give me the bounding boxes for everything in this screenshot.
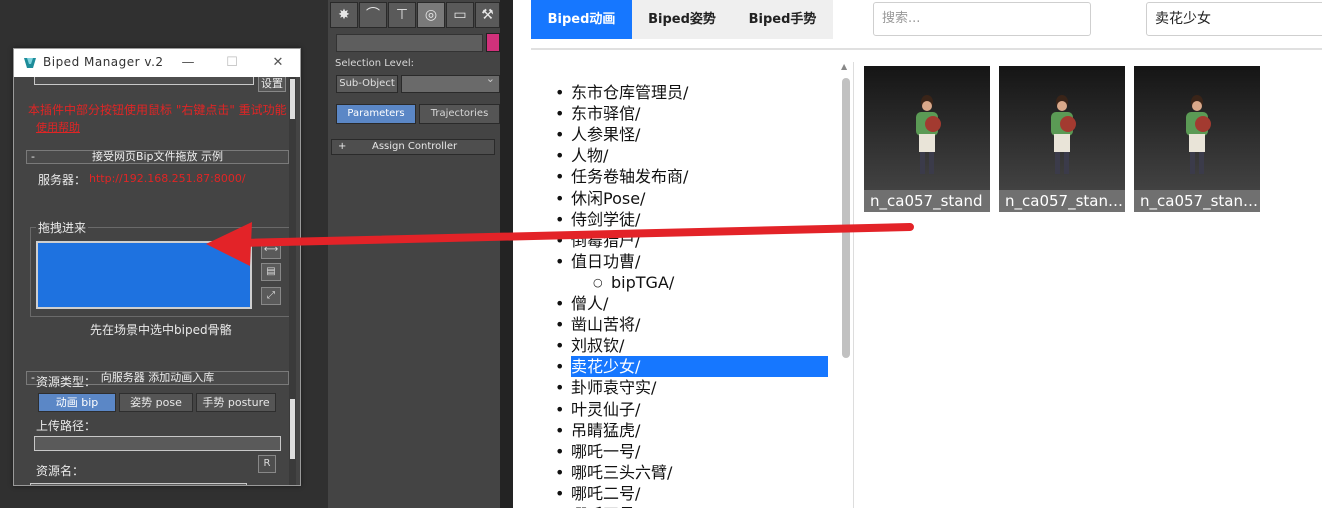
drop-label: 拖拽进来 xyxy=(36,219,89,236)
folder-item[interactable]: 东市驿倌/ xyxy=(555,103,641,124)
parameters-tab[interactable]: Parameters xyxy=(336,104,416,124)
folder-item[interactable]: 侍剑学徒/ xyxy=(555,209,641,230)
type-posture-button[interactable]: 手势 posture xyxy=(196,393,276,412)
animation-thumbnail[interactable]: n_ca057_stand xyxy=(864,66,990,212)
header-divider xyxy=(531,48,1322,50)
tab-biped-animation[interactable]: Biped动画 xyxy=(531,0,632,39)
sub-object-dropdown[interactable] xyxy=(401,72,500,93)
window-title: Biped Manager v.2 xyxy=(43,55,164,69)
thumbnail-caption: n_ca057_stand... xyxy=(999,190,1125,212)
biped-manager-scrollbar[interactable] xyxy=(289,77,296,485)
folder-item[interactable]: 哪吒一号/ xyxy=(555,441,641,462)
fit-width-icon[interactable]: ⟷ xyxy=(261,241,281,259)
minimize-icon[interactable]: — xyxy=(176,52,200,74)
settings-button[interactable]: 设置 xyxy=(258,77,286,92)
display-tab-icon[interactable]: ▭ xyxy=(446,2,474,28)
biped-manager-window: Biped Manager v.2 — ☐ ✕ 设置 本插件中部分按钮使用鼠标 … xyxy=(13,48,301,486)
folder-item[interactable]: 人参果怪/ xyxy=(555,124,641,145)
folder-item[interactable]: 卦师袁守实/ xyxy=(555,377,656,398)
maximize-icon[interactable]: ☐ xyxy=(220,52,244,74)
help-link[interactable]: 使用帮助 xyxy=(36,119,80,135)
sub-object-button[interactable]: Sub-Object xyxy=(336,75,398,93)
folder-item[interactable]: 倒霉猎户/ xyxy=(555,230,641,251)
max-logo-icon xyxy=(24,58,36,68)
animation-thumbnail[interactable]: n_ca057_stand... xyxy=(1134,66,1260,212)
folder-item[interactable]: 哪吒三头六臂/ xyxy=(555,462,672,483)
max-application-area: ✸ ⌒ ⊤ ◎ ▭ ⚒ Selection Level: Sub-Object … xyxy=(0,0,513,508)
folder-item[interactable]: 人物/ xyxy=(555,145,609,166)
folder-item[interactable]: 僧人/ xyxy=(555,293,609,314)
zoom-fit-icon[interactable]: ⤢ xyxy=(261,287,281,305)
category-tab-bar: Biped动画 Biped姿势 Biped手势 xyxy=(531,0,833,39)
folder-item[interactable]: 凿山苦将/ xyxy=(555,314,641,335)
thumbnail-caption: n_ca057_stand xyxy=(864,190,990,212)
pane-divider xyxy=(853,62,854,508)
motion-tab-icon[interactable]: ◎ xyxy=(417,2,445,28)
folder-item[interactable]: 哪吒二号/ xyxy=(555,483,641,504)
upload-path-label: 上传路径： xyxy=(36,419,97,433)
server-url: http://192.168.251.87:8000/ xyxy=(89,172,246,185)
close-icon[interactable]: ✕ xyxy=(266,52,290,74)
character-preview xyxy=(916,95,941,174)
modify-tab-curve-icon[interactable]: ⌒ xyxy=(359,2,387,28)
max-scrollbar[interactable] xyxy=(500,0,513,508)
rollout-title: 接受网页Bip文件拖放 示例 xyxy=(91,150,224,163)
hierarchy-tab-icon[interactable]: ⊤ xyxy=(388,2,416,28)
hint-text: 本插件中部分按钮使用鼠标 "右键点击" 重试功能 xyxy=(28,103,287,117)
assign-controller-label: Assign Controller xyxy=(372,141,458,152)
scroll-thumb[interactable] xyxy=(290,79,295,119)
scroll-thumb[interactable] xyxy=(842,78,850,358)
search-input[interactable]: 搜索... xyxy=(873,2,1091,36)
folder-item[interactable]: 值日功曹/ xyxy=(555,251,641,272)
folder-item-selected[interactable]: 卖花少女/ xyxy=(555,356,828,378)
command-panel: ✸ ⌒ ⊤ ◎ ▭ ⚒ Selection Level: Sub-Object … xyxy=(328,0,500,508)
assign-controller-rollout[interactable]: + Assign Controller xyxy=(331,139,495,155)
drag-drop-rollout-header[interactable]: - 接受网页Bip文件拖放 示例 xyxy=(26,150,289,164)
tab-biped-gesture[interactable]: Biped手势 xyxy=(732,0,833,39)
folder-item[interactable]: 东市仓库管理员/ xyxy=(555,82,688,103)
tab-biped-pose[interactable]: Biped姿势 xyxy=(632,0,732,39)
folder-item[interactable]: 任务卷轴发布商/ xyxy=(555,166,688,187)
resource-name-label: 资源名： xyxy=(36,464,85,478)
window-titlebar[interactable]: Biped Manager v.2 — ☐ ✕ xyxy=(14,49,300,77)
current-folder-field[interactable]: 卖花少女 xyxy=(1146,2,1322,36)
folder-item[interactable]: 休闲Pose/ xyxy=(555,188,646,209)
scroll-up-icon[interactable]: ▲ xyxy=(841,62,847,71)
thumbnail-caption: n_ca057_stand... xyxy=(1134,190,1260,212)
utilities-tab-hammer-icon[interactable]: ⚒ xyxy=(475,2,500,28)
object-color-swatch[interactable] xyxy=(486,33,500,52)
character-preview xyxy=(1051,95,1076,174)
grid-icon[interactable]: ▤ xyxy=(261,263,281,281)
select-biped-hint: 先在场景中选中biped骨骼 xyxy=(90,323,232,337)
selection-level-label: Selection Level: xyxy=(335,58,415,69)
character-preview xyxy=(1186,95,1211,174)
expand-icon: + xyxy=(338,141,347,152)
web-animation-library: Biped动画 Biped姿势 Biped手势 搜索... 卖花少女 东市仓库管… xyxy=(513,0,1322,508)
resource-name-input[interactable]: 637019002 xyxy=(30,483,247,485)
folder-item[interactable]: 吊睛猛虎/ xyxy=(555,420,641,441)
create-tab-sun-icon[interactable]: ✸ xyxy=(330,2,358,28)
resource-type-text: 资源类型： xyxy=(36,375,97,389)
upload-path-input[interactable] xyxy=(34,436,281,451)
animation-thumbnail[interactable]: n_ca057_stand... xyxy=(999,66,1125,212)
bip-drop-zone[interactable] xyxy=(36,241,252,309)
scroll-thumb[interactable] xyxy=(290,399,295,459)
type-bip-button[interactable]: 动画 bip xyxy=(38,393,116,412)
folder-item[interactable]: 叶灵仙子/ xyxy=(555,399,641,420)
type-pose-button[interactable]: 姿势 pose xyxy=(119,393,193,412)
biped-manager-body: 设置 本插件中部分按钮使用鼠标 "右键点击" 重试功能 使用帮助 - 接受网页B… xyxy=(14,77,300,485)
server-label: 服务器： xyxy=(38,173,87,187)
top-truncated-field[interactable] xyxy=(34,77,254,85)
trajectories-tab[interactable]: Trajectories xyxy=(419,104,500,124)
refresh-name-button[interactable]: R xyxy=(258,455,276,473)
object-name-field[interactable] xyxy=(336,34,483,52)
folder-item[interactable]: 哪吒四号/ xyxy=(555,504,641,508)
folder-tree: 东市仓库管理员/东市驿倌/人参果怪/人物/任务卷轴发布商/休闲Pose/侍剑学徒… xyxy=(531,62,853,508)
folder-list-scrollbar[interactable]: ▲ xyxy=(841,62,851,508)
folder-item[interactable]: 刘叔钦/ xyxy=(555,335,625,356)
folder-item[interactable]: bipTGA/ xyxy=(593,272,674,293)
